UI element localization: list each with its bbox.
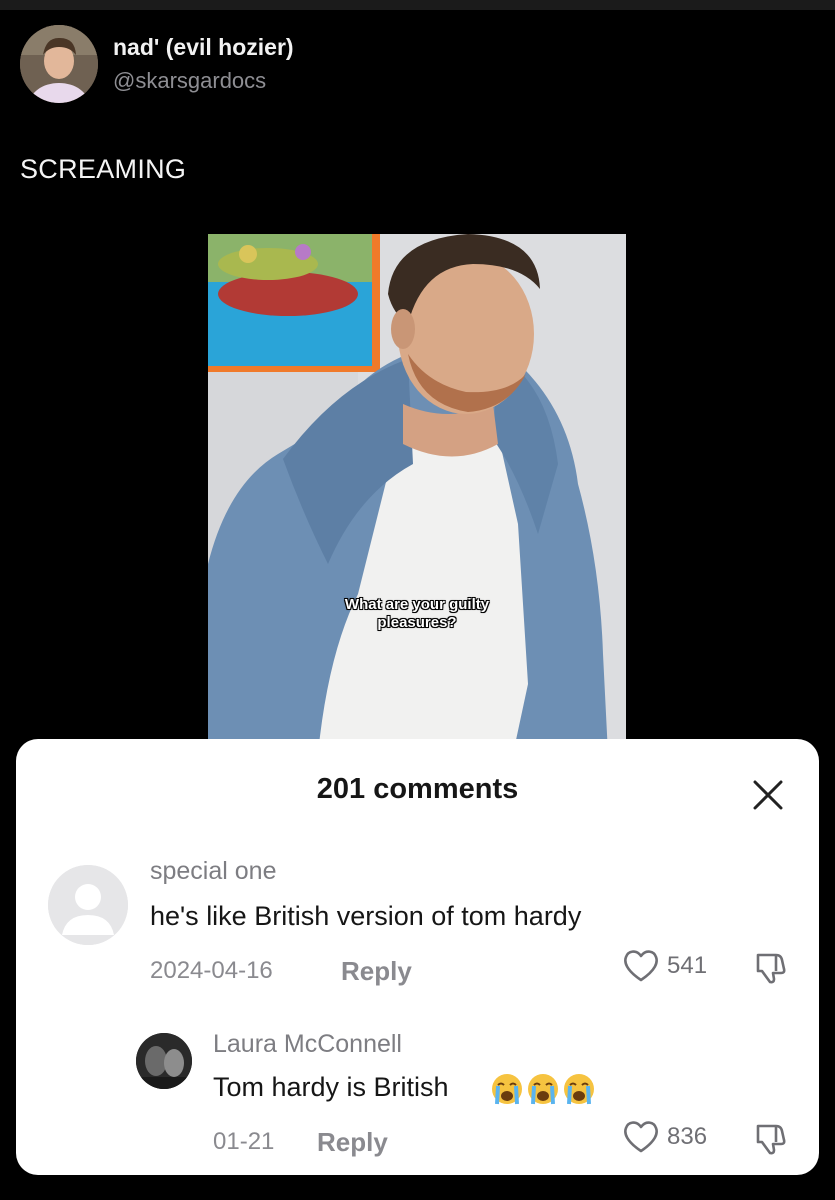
dislike-icon[interactable] (750, 1120, 790, 1156)
tweet-text: SCREAMING (20, 154, 187, 184)
author-handle[interactable]: @skarsgardocs (113, 68, 266, 94)
reply-button[interactable]: Reply (317, 1127, 388, 1158)
top-status-strip (0, 0, 835, 10)
commenter-avatar[interactable] (136, 1033, 192, 1089)
comments-count-title: 201 comments (316, 773, 519, 805)
default-avatar-icon[interactable] (48, 865, 128, 945)
comment-username[interactable]: Laura McConnell (213, 1030, 402, 1059)
like-count: 836 (667, 1123, 708, 1150)
video-caption-line-1: What are your guilty (344, 596, 490, 613)
comment-username[interactable]: special one (150, 857, 276, 886)
loudly-crying-emoji-icon (489, 1071, 597, 1107)
video-caption-line-2: pleasures? (377, 614, 457, 631)
author-display-name[interactable]: nad' (evil hozier) (113, 34, 294, 61)
comment-date: 2024-04-16 (150, 957, 273, 984)
dislike-icon[interactable] (750, 949, 790, 985)
heart-icon[interactable] (622, 948, 660, 984)
video-caption: What are your guilty pleasures? (208, 596, 626, 632)
comment-text: he's like British version of tom hardy (150, 901, 582, 931)
comment-date: 01-21 (213, 1128, 275, 1155)
close-icon[interactable] (750, 777, 786, 813)
author-avatar[interactable] (20, 25, 98, 103)
like-count: 541 (667, 952, 708, 979)
video-thumbnail[interactable]: What are your guilty pleasures? (208, 234, 626, 754)
reply-button[interactable]: Reply (341, 956, 412, 987)
comments-sheet: 201 comments special one he's like Briti… (16, 739, 819, 1175)
comment-text: Tom hardy is British (213, 1072, 449, 1102)
heart-icon[interactable] (622, 1119, 660, 1155)
video-frame-illustration (208, 234, 626, 754)
